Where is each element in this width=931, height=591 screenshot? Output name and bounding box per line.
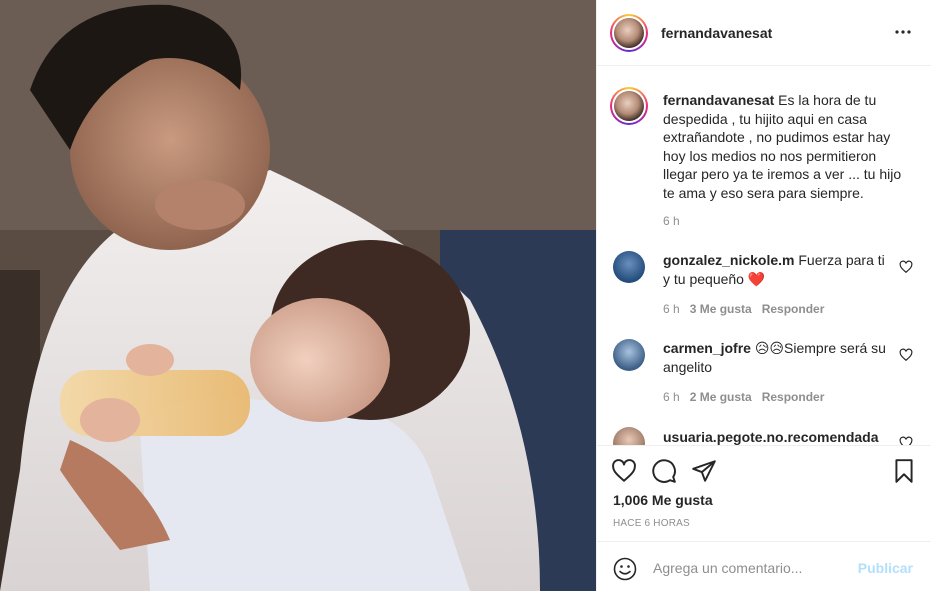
like-heart-icon[interactable] — [611, 458, 637, 484]
save-bookmark-icon[interactable] — [891, 458, 917, 484]
comments-list[interactable]: fernandavanesat Es la hora de tu despedi… — [597, 67, 931, 445]
share-paper-plane-icon[interactable] — [691, 458, 717, 484]
more-options-icon[interactable] — [893, 24, 913, 40]
caption-time: 6 h — [663, 214, 680, 228]
comment-time: 6 h — [663, 302, 680, 316]
emoji-smiley-icon[interactable] — [613, 557, 637, 581]
caption: fernandavanesat Es la hora de tu despedi… — [663, 91, 907, 202]
comment-like-heart-icon[interactable] — [899, 436, 913, 445]
post-timestamp: HACE 6 HORAS — [613, 518, 690, 529]
reply-button[interactable]: Responder — [762, 302, 825, 316]
post-header: fernandavanesat — [597, 0, 931, 66]
comment-username[interactable]: usuaria.pegote.no.recomendada — [663, 429, 879, 445]
commenter-avatar[interactable] — [613, 251, 645, 283]
comment-item: gonzalez_nickole.m Fuerza para ti y tu p… — [663, 251, 887, 288]
add-comment-bar: Publicar — [597, 541, 931, 591]
author-username[interactable]: fernandavanesat — [661, 25, 772, 41]
comment-meta: 6 h 2 Me gusta Responder — [663, 390, 824, 404]
comment-username[interactable]: gonzalez_nickole.m — [663, 252, 794, 268]
post-detail-panel: fernandavanesat fernandavanesat Es la ho… — [596, 0, 931, 591]
caption-username[interactable]: fernandavanesat — [663, 92, 774, 108]
likes-count[interactable]: 1,006 Me gusta — [613, 492, 713, 508]
comment-item: carmen_jofre 😥😥Siempre será su angelito — [663, 339, 887, 376]
post-comment-button[interactable]: Publicar — [858, 560, 913, 576]
comment-like-heart-icon[interactable] — [899, 260, 913, 274]
commenter-avatar[interactable] — [613, 427, 645, 445]
reply-button[interactable]: Responder — [762, 390, 825, 404]
caption-text: Es la hora de tu despedida , tu hijito a… — [663, 92, 902, 201]
comment-like-heart-icon[interactable] — [899, 348, 913, 362]
comment-time: 6 h — [663, 390, 680, 404]
photo-illustration — [0, 0, 596, 591]
comment-username[interactable]: carmen_jofre — [663, 340, 751, 356]
post-actions: 1,006 Me gusta HACE 6 HORAS — [597, 445, 931, 541]
post-photo[interactable] — [0, 0, 596, 591]
comment-input[interactable] — [653, 558, 853, 578]
comment-meta: 6 h 3 Me gusta Responder — [663, 302, 824, 316]
comment-likes[interactable]: 3 Me gusta — [690, 302, 752, 316]
caption-avatar[interactable] — [610, 87, 648, 125]
author-avatar[interactable] — [610, 14, 648, 52]
comment-bubble-icon[interactable] — [651, 458, 677, 484]
commenter-avatar[interactable] — [613, 339, 645, 371]
comment-item: usuaria.pegote.no.recomendada — [663, 428, 887, 445]
comment-likes[interactable]: 2 Me gusta — [690, 390, 752, 404]
